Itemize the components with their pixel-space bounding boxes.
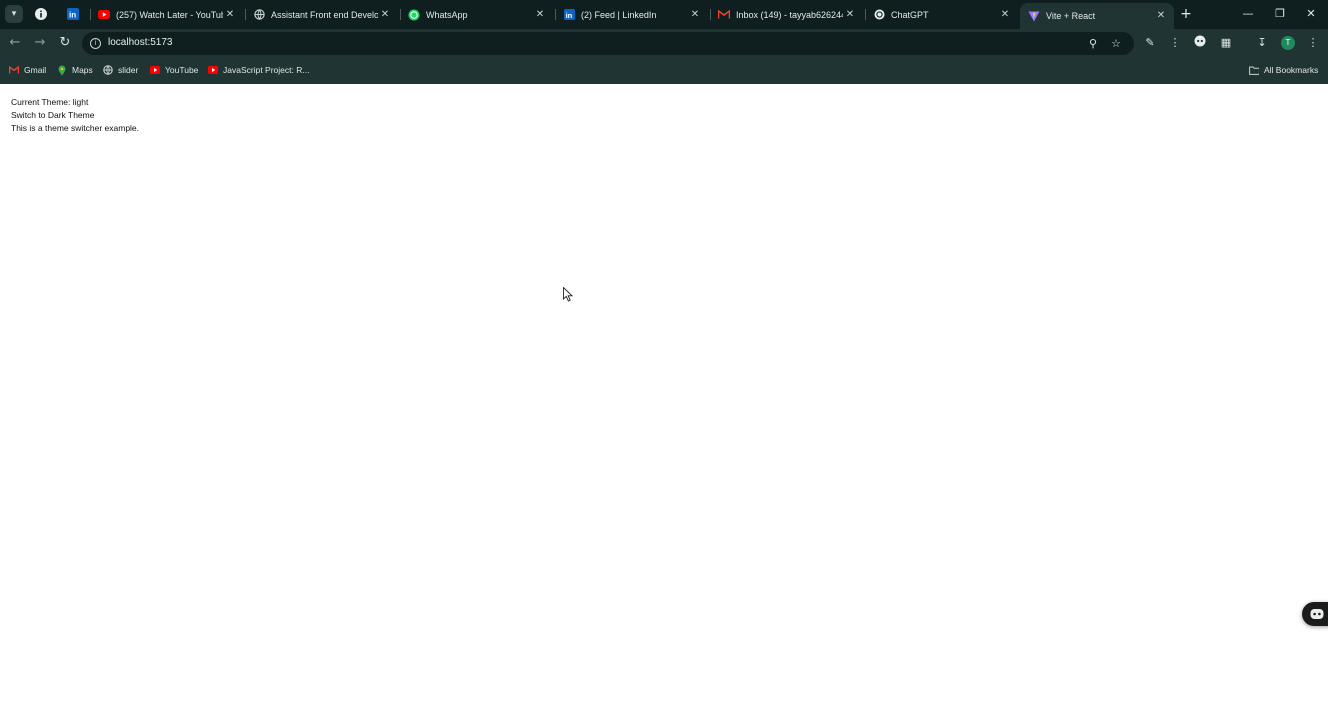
download-icon[interactable]: ↧	[1254, 35, 1270, 51]
bookmark-label: slider	[118, 65, 139, 75]
back-button[interactable]: ←	[6, 34, 24, 52]
tab-title: (2) Feed | LinkedIn	[581, 9, 657, 20]
tab-whatsapp[interactable]: WhatsApp ✕	[400, 0, 553, 29]
tab-linkedin-feed[interactable]: in (2) Feed | LinkedIn ✕	[555, 0, 708, 29]
youtube-icon	[150, 66, 160, 74]
bookmark-label: Maps	[72, 65, 93, 75]
close-icon[interactable]: ✕	[223, 8, 237, 22]
puzzle-icon[interactable]: ▦	[1218, 35, 1234, 51]
robot-icon	[1310, 609, 1324, 619]
close-window-button[interactable]: ✕	[1302, 5, 1320, 23]
all-bookmarks-label: All Bookmarks	[1264, 65, 1319, 75]
minimize-icon: —	[1242, 7, 1254, 20]
robot-icon	[1194, 35, 1206, 47]
eyedropper-icon[interactable]: ✎	[1142, 35, 1158, 51]
tab-chatgpt[interactable]: ChatGPT ✕	[865, 0, 1018, 29]
bookmark-label: Gmail	[24, 65, 47, 75]
globe-icon	[253, 9, 265, 20]
pinned-tab-2[interactable]: in	[63, 5, 83, 23]
info-icon	[35, 8, 47, 20]
close-icon[interactable]: ✕	[688, 8, 702, 22]
chatgpt-icon	[874, 9, 884, 20]
tab-gmail-inbox[interactable]: Inbox (149) - tayyab6262445… ✕	[710, 0, 863, 29]
close-icon: ✕	[1306, 7, 1316, 20]
folder-icon	[1249, 66, 1259, 75]
tab-assistant-frontend[interactable]: Assistant Front end Develop… ✕	[245, 0, 398, 29]
gmail-icon	[718, 10, 730, 19]
close-icon[interactable]: ✕	[843, 8, 857, 22]
description-text: This is a theme switcher example.	[11, 123, 140, 133]
floating-assistant-button[interactable]	[1302, 602, 1328, 626]
vite-icon	[1028, 11, 1040, 21]
assistant-extension-icon[interactable]	[1192, 35, 1208, 51]
reload-icon: ↻	[59, 35, 71, 50]
bookmark-youtube[interactable]: YouTube	[150, 63, 198, 77]
bookmark-gmail[interactable]: Gmail	[9, 63, 46, 77]
forward-button[interactable]: →	[31, 34, 49, 52]
url-text[interactable]: localhost:5173	[108, 37, 173, 48]
arrow-left-icon: ←	[9, 35, 21, 50]
globe-icon	[103, 65, 113, 75]
tab-title: WhatsApp	[426, 9, 468, 20]
svg-text:in: in	[565, 11, 572, 20]
tab-title: (257) Watch Later - YouTube	[116, 9, 223, 20]
avatar[interactable]: T	[1281, 36, 1295, 50]
linkedin-icon: in	[563, 9, 575, 20]
close-icon[interactable]: ✕	[533, 8, 547, 22]
youtube-icon	[208, 66, 218, 74]
toolbar: ← → ↻ i localhost:5173 ⚲ ☆ ✎ ⋮ ▦ ↧ ⋮	[0, 29, 1328, 58]
gmail-icon	[9, 66, 19, 74]
linkedin-icon: in	[67, 8, 79, 20]
youtube-icon	[98, 10, 110, 19]
extension-icon[interactable]: ⋮	[1167, 35, 1183, 51]
pinned-tab-1[interactable]	[31, 5, 51, 23]
plus-icon: +	[1180, 6, 1192, 22]
all-bookmarks-button[interactable]: All Bookmarks	[1249, 63, 1318, 77]
bookmarks-bar: Gmail Maps slider YouTube JavaScript Pro…	[0, 58, 1328, 82]
restore-button[interactable]: ❐	[1271, 5, 1289, 23]
close-icon[interactable]: ✕	[1154, 9, 1168, 23]
close-icon[interactable]: ✕	[998, 8, 1012, 22]
svg-text:in: in	[69, 11, 76, 20]
whatsapp-icon	[408, 9, 420, 20]
address-bar[interactable]: i localhost:5173 ⚲ ☆	[82, 32, 1134, 55]
more-menu-icon[interactable]: ⋮	[1305, 35, 1321, 51]
bookmark-slider[interactable]: slider	[103, 63, 138, 77]
tab-search-button[interactable]: ▾	[5, 5, 23, 23]
bookmark-maps[interactable]: Maps	[57, 63, 93, 77]
bookmark-label: JavaScript Project: R...	[223, 65, 310, 75]
minimize-button[interactable]: —	[1239, 5, 1257, 23]
mouse-cursor-icon	[563, 287, 573, 302]
tab-vite-react[interactable]: Vite + React ✕	[1020, 3, 1174, 29]
tab-strip: ▾ in (257) Watch Later - YouTube ✕ Assis…	[0, 0, 1328, 29]
maps-icon	[58, 65, 66, 75]
tab-title: ChatGPT	[891, 9, 929, 20]
restore-icon: ❐	[1275, 7, 1285, 20]
arrow-right-icon: →	[34, 35, 46, 50]
bookmark-label: YouTube	[165, 65, 199, 75]
reload-button[interactable]: ↻	[56, 34, 74, 52]
tab-youtube-watch-later[interactable]: (257) Watch Later - YouTube ✕	[90, 0, 243, 29]
browser-chrome: ▾ in (257) Watch Later - YouTube ✕ Assis…	[0, 0, 1328, 84]
current-theme-text: Current Theme: light	[11, 97, 89, 107]
close-icon[interactable]: ✕	[378, 8, 392, 22]
zoom-search-icon[interactable]: ⚲	[1086, 37, 1100, 51]
site-info-icon[interactable]: i	[90, 38, 101, 49]
tab-title: Assistant Front end Develop…	[271, 9, 378, 20]
new-tab-button[interactable]: +	[1178, 6, 1194, 22]
tab-title: Inbox (149) - tayyab6262445…	[736, 9, 843, 20]
tab-title: Vite + React	[1046, 11, 1096, 21]
chevron-down-icon: ▾	[11, 9, 17, 19]
bookmark-star-icon[interactable]: ☆	[1109, 37, 1123, 51]
page-content: Current Theme: light Switch to Dark Them…	[0, 84, 1328, 720]
theme-toggle-button[interactable]: Switch to Dark Theme	[11, 110, 94, 120]
bookmark-javascript-project[interactable]: JavaScript Project: R...	[208, 63, 309, 77]
